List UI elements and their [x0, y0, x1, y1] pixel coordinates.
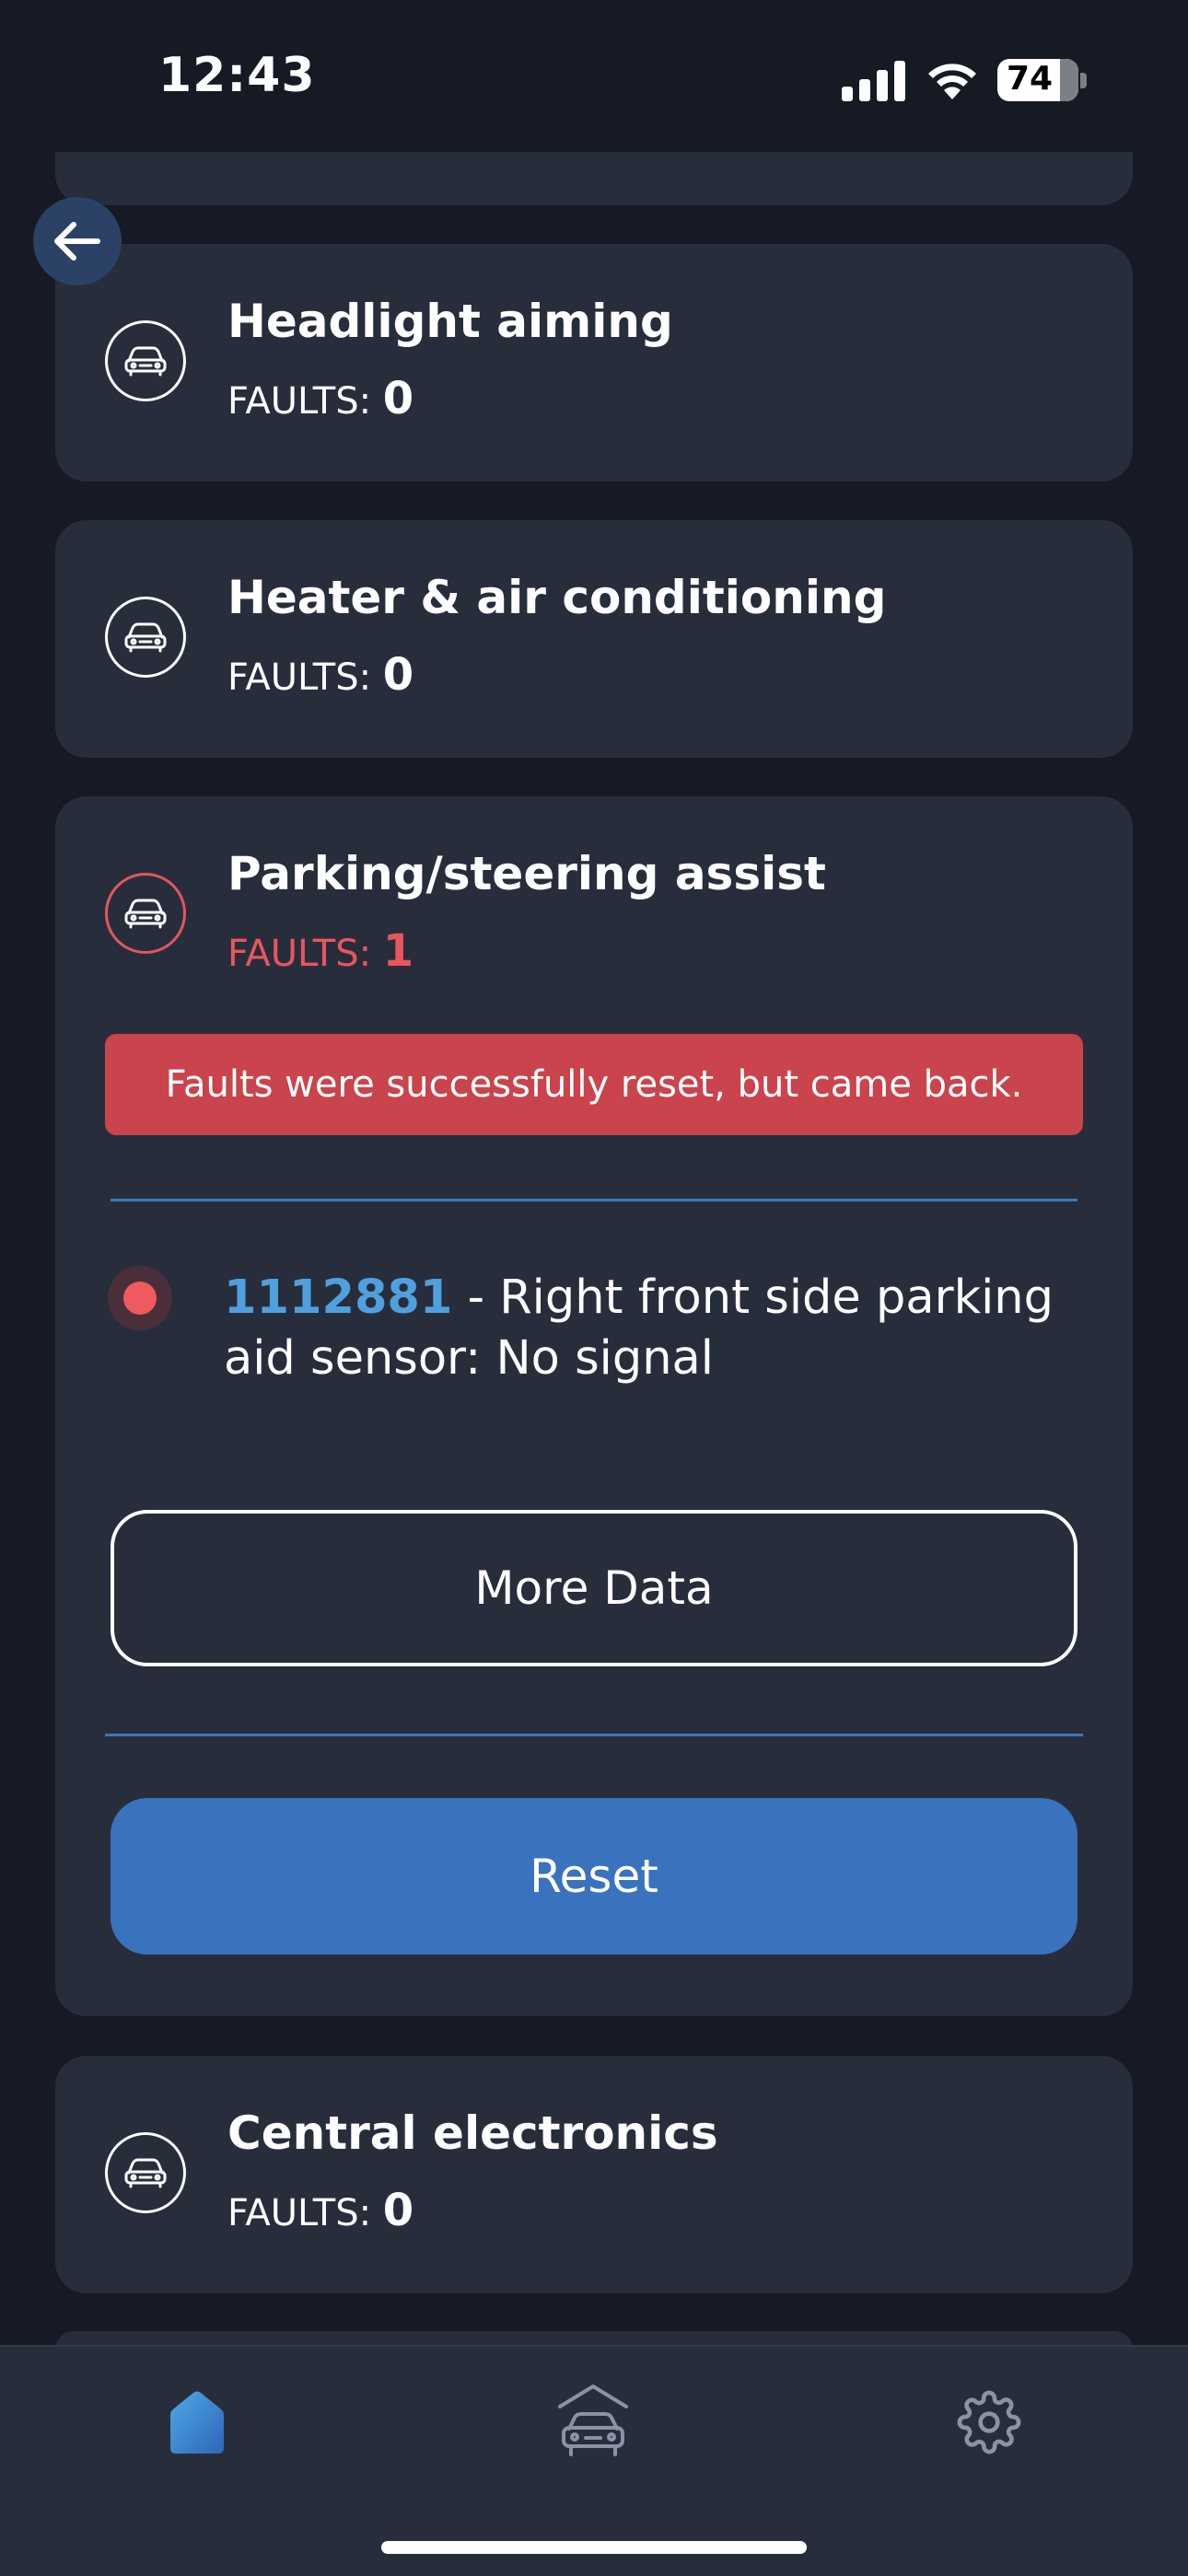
faults-counter: FAULTS: 1: [227, 925, 413, 977]
car-garage-icon: [558, 2385, 628, 2456]
card-partial-top: [55, 152, 1133, 205]
faults-counter: FAULTS: 0: [227, 373, 413, 424]
red-dot-icon: [123, 1282, 157, 1315]
cellular-signal-icon: [842, 61, 905, 101]
faults-counter: FAULTS: 0: [227, 2185, 413, 2236]
fault-code[interactable]: 1112881: [224, 1271, 452, 1325]
reset-button[interactable]: Reset: [111, 1798, 1077, 1955]
faults-count: 0: [382, 649, 414, 701]
divider: [111, 1199, 1077, 1201]
wifi-icon: [928, 64, 976, 99]
reset-alert-banner: Faults were successfully reset, but came…: [105, 1034, 1083, 1135]
tab-vehicle[interactable]: [547, 2376, 639, 2468]
status-time: 12:43: [158, 48, 316, 103]
card-headlight-aiming[interactable]: Headlight aiming FAULTS: 0: [55, 244, 1133, 482]
faults-count: 0: [382, 373, 414, 424]
car-icon: [105, 873, 186, 954]
faults-count: 0: [382, 2185, 414, 2236]
card-title: Headlight aiming: [227, 295, 673, 348]
more-data-button[interactable]: More Data: [111, 1510, 1077, 1666]
battery-icon: 74: [997, 59, 1078, 101]
status-bar: 12:43 74: [0, 0, 1188, 161]
card-central-electronics[interactable]: Central electronics FAULTS: 0: [55, 2056, 1133, 2293]
faults-label: FAULTS:: [227, 933, 372, 975]
card-title: Central electronics: [227, 2106, 718, 2160]
card-heater-ac[interactable]: Heater & air conditioning FAULTS: 0: [55, 520, 1133, 758]
faults-label: FAULTS:: [227, 2192, 372, 2234]
arrow-left-icon: [54, 222, 100, 261]
faults-counter: FAULTS: 0: [227, 649, 413, 701]
card-parking-steering-assist[interactable]: Parking/steering assist FAULTS: 1 Faults…: [55, 796, 1133, 2016]
faults-label: FAULTS:: [227, 380, 372, 423]
card-title: Heater & air conditioning: [227, 571, 887, 624]
fault-item: 1112881 - Right front side parking aid s…: [224, 1268, 1089, 1389]
tab-settings[interactable]: [943, 2376, 1035, 2468]
battery-tip: [1080, 73, 1087, 88]
home-icon: [170, 2391, 224, 2454]
car-icon: [105, 320, 186, 401]
car-icon: [105, 2132, 186, 2213]
gear-icon: [957, 2390, 1021, 2454]
home-indicator[interactable]: [381, 2541, 807, 2554]
tab-home[interactable]: [151, 2376, 243, 2468]
card-title: Parking/steering assist: [227, 847, 826, 900]
back-button[interactable]: [33, 197, 122, 285]
divider: [105, 1734, 1083, 1736]
car-icon: [105, 597, 186, 678]
faults-label: FAULTS:: [227, 656, 372, 699]
fault-status-indicator: [108, 1266, 172, 1330]
faults-count: 1: [382, 925, 414, 977]
battery-level: 74: [1006, 60, 1054, 98]
